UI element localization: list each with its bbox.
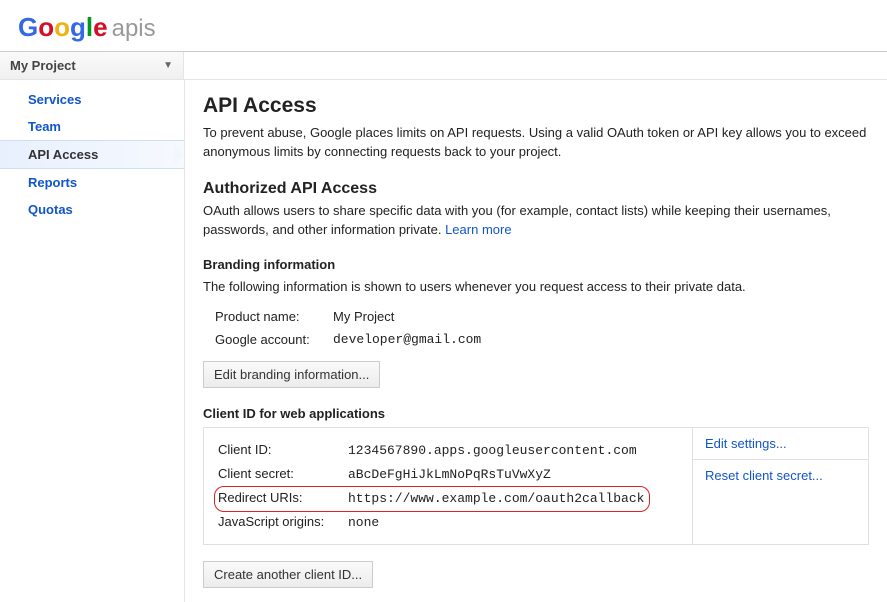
js-origins-row: JavaScript origins: none — [218, 510, 678, 534]
client-secret-label: Client secret: — [218, 466, 348, 481]
client-id-panel: Client ID: 1234567890.apps.googleusercon… — [203, 427, 869, 545]
client-id-heading: Client ID for web applications — [203, 406, 869, 421]
js-origins-label: JavaScript origins: — [218, 514, 348, 529]
sidebar-item-quotas[interactable]: Quotas — [0, 196, 184, 223]
edit-settings-link[interactable]: Edit settings... — [693, 428, 868, 460]
sidebar-item-services[interactable]: Services — [0, 86, 184, 113]
product-name-value: My Project — [333, 309, 394, 324]
google-account-value: developer@gmail.com — [333, 332, 481, 347]
branding-heading: Branding information — [203, 257, 869, 272]
client-id-actions: Edit settings... Reset client secret... — [692, 428, 868, 544]
project-selector[interactable]: My Project ▼ — [0, 52, 184, 79]
client-id-row: Client ID: 1234567890.apps.googleusercon… — [218, 438, 678, 462]
product-name-label: Product name: — [215, 309, 333, 324]
google-logo: Google — [18, 12, 108, 42]
redirect-uris-label: Redirect URIs: — [218, 490, 348, 505]
chevron-down-icon: ▼ — [163, 60, 173, 71]
sidebar-item-api-access[interactable]: API Access — [0, 140, 184, 169]
main-content: API Access To prevent abuse, Google plac… — [184, 80, 887, 602]
auth-desc: OAuth allows users to share specific dat… — [203, 202, 869, 240]
redirect-uris-value: https://www.example.com/oauth2callback — [348, 491, 644, 506]
branding-account-row: Google account: developer@gmail.com — [203, 328, 869, 351]
google-account-label: Google account: — [215, 332, 333, 347]
topbar: My Project ▼ — [0, 51, 887, 80]
client-secret-value: aBcDeFgHiJkLmNoPqRsTuVwXyZ — [348, 467, 551, 482]
auth-heading: Authorized API Access — [203, 180, 869, 198]
client-id-label: Client ID: — [218, 442, 348, 457]
header: Googleapis — [0, 0, 887, 51]
project-name: My Project — [10, 58, 76, 73]
create-client-id-button[interactable]: Create another client ID... — [203, 561, 373, 588]
page-title: API Access — [203, 94, 869, 118]
page-lead: To prevent abuse, Google places limits o… — [203, 124, 869, 162]
apis-label: apis — [112, 15, 156, 42]
branding-desc: The following information is shown to us… — [203, 278, 869, 297]
sidebar-item-team[interactable]: Team — [0, 113, 184, 140]
js-origins-value: none — [348, 515, 379, 530]
client-id-details: Client ID: 1234567890.apps.googleusercon… — [204, 428, 692, 544]
edit-branding-button[interactable]: Edit branding information... — [203, 361, 380, 388]
client-id-value: 1234567890.apps.googleusercontent.com — [348, 443, 637, 458]
sidebar-item-reports[interactable]: Reports — [0, 169, 184, 196]
sidebar: Services Team API Access Reports Quotas — [0, 80, 184, 602]
learn-more-link[interactable]: Learn more — [445, 222, 511, 237]
redirect-uris-row: Redirect URIs: https://www.example.com/o… — [218, 486, 678, 510]
branding-product-row: Product name: My Project — [203, 305, 869, 328]
reset-client-secret-link[interactable]: Reset client secret... — [693, 460, 868, 491]
client-secret-row: Client secret: aBcDeFgHiJkLmNoPqRsTuVwXy… — [218, 462, 678, 486]
